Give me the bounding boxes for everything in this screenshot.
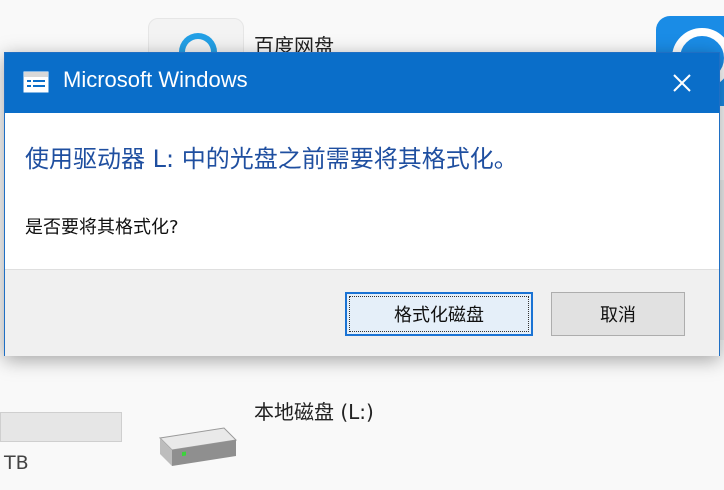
dialog-footer: 格式化磁盘 取消: [5, 269, 719, 356]
sub-instruction: 是否要将其格式化?: [25, 217, 179, 238]
dialog-title: Microsoft Windows: [63, 67, 248, 92]
main-instruction: 使用驱动器 L: 中的光盘之前需要将其格式化。: [25, 145, 518, 173]
window-app-icon: [23, 71, 49, 93]
drive-label-l[interactable]: 本地磁盘 (L:): [254, 396, 374, 425]
format-disk-button[interactable]: 格式化磁盘: [345, 292, 533, 336]
drive-capacity-bar: [0, 412, 122, 442]
dialog-titlebar[interactable]: Microsoft Windows: [5, 53, 719, 113]
dialog-content: 使用驱动器 L: 中的光盘之前需要将其格式化。 是否要将其格式化?: [5, 113, 719, 269]
close-button[interactable]: [645, 53, 719, 113]
screen: 百度网盘 TB 本地磁盘 (L:) Microsoft Windows 使用驱动…: [0, 0, 724, 490]
close-icon: [673, 74, 691, 92]
drive-size-text: TB: [4, 452, 29, 474]
hard-drive-icon[interactable]: [154, 420, 238, 470]
format-disk-dialog: Microsoft Windows 使用驱动器 L: 中的光盘之前需要将其格式化…: [4, 52, 720, 356]
cancel-button[interactable]: 取消: [551, 292, 685, 336]
